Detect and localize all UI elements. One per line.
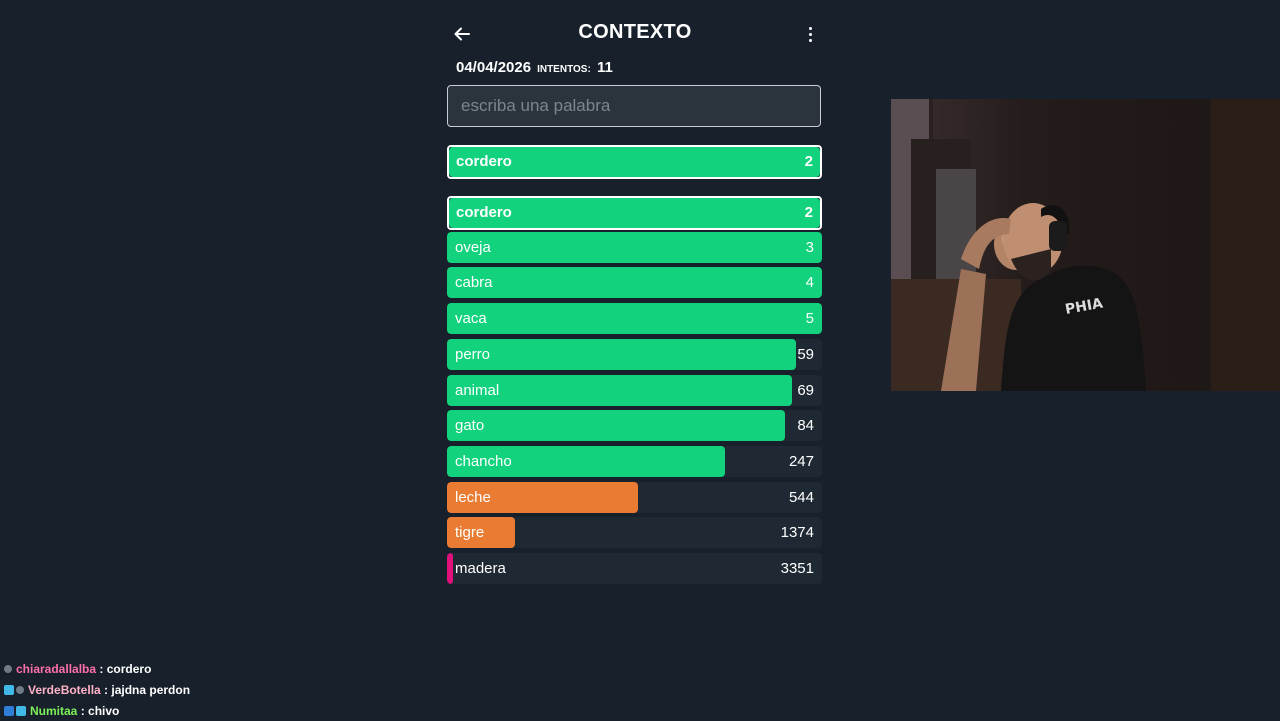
guess-rank: 84 <box>797 417 814 435</box>
chat-text: : cordero <box>99 661 152 676</box>
guess-word: chancho <box>455 452 512 470</box>
guess-word: madera <box>455 560 506 577</box>
guess-word: animal <box>455 381 500 399</box>
word-input[interactable] <box>447 85 821 127</box>
chat-badge-icon <box>16 705 26 716</box>
guess-rank: 3 <box>805 238 814 256</box>
chat-message: Numitaa : chivo <box>4 700 190 721</box>
guess-row: cabra 4 <box>447 267 822 299</box>
stream-chat: chiaradallalba : cordero VerdeBotella : … <box>4 658 190 721</box>
guess-word: gato <box>455 417 485 435</box>
game-date: 04/04/2026 <box>456 59 532 76</box>
header: CONTEXTO 04/04/2026 INTENTOS: 11 <box>446 0 824 76</box>
kebab-dot-icon <box>808 26 812 30</box>
guess-rank: 3351 <box>780 560 814 577</box>
chat-badge-icon <box>4 684 14 695</box>
kebab-dot-icon <box>808 32 812 36</box>
guess-bar <box>447 553 453 584</box>
guess-rank: 2 <box>804 204 813 221</box>
chat-badge-icon <box>4 664 12 673</box>
webcam-image: PHIA <box>891 99 1280 391</box>
page-title: CONTEXTO <box>578 21 692 43</box>
chat-text: : chivo <box>80 703 120 718</box>
last-guess-rank: 2 <box>804 153 813 170</box>
guess-row: tigre 1374 <box>447 517 822 549</box>
guess-rank: 247 <box>788 452 814 470</box>
guess-row: gato 84 <box>447 410 822 442</box>
chat-message: VerdeBotella : jajdna perdon <box>4 679 190 700</box>
guess-word: oveja <box>455 238 491 256</box>
guess-bar <box>447 338 796 370</box>
kebab-dot-icon <box>808 38 812 42</box>
attempts-count: 11 <box>596 59 613 76</box>
guess-rank: 5 <box>805 310 814 328</box>
guess-bar <box>447 267 822 299</box>
chat-message: chiaradallalba : cordero <box>4 658 190 679</box>
guess-word: vaca <box>455 310 487 328</box>
guess-rank: 1374 <box>780 524 814 542</box>
attempts-label: INTENTOS: <box>537 64 591 75</box>
guess-bar <box>447 231 822 263</box>
chat-username: Numitaa <box>30 703 78 718</box>
guess-row: oveja 3 <box>447 231 822 263</box>
guess-rank: 69 <box>797 381 814 399</box>
guess-word: cordero <box>456 204 512 221</box>
guess-row: chancho 247 <box>447 445 822 477</box>
guess-row: vaca 5 <box>447 303 822 335</box>
guess-rank: 59 <box>797 345 814 363</box>
guess-row: perro 59 <box>447 338 822 370</box>
guess-word: leche <box>455 488 491 506</box>
guess-word: tigre <box>455 524 485 542</box>
guess-rank: 4 <box>805 274 814 292</box>
chat-username: VerdeBotella <box>28 682 101 697</box>
guess-row: madera 3351 <box>447 553 822 584</box>
guess-row: cordero 2 <box>447 196 822 230</box>
guess-word: cabra <box>455 274 493 292</box>
webcam-feed: PHIA <box>891 99 1280 391</box>
last-guess-row: cordero 2 <box>447 145 822 179</box>
guess-rank: 544 <box>788 488 814 506</box>
chat-badge-icon <box>4 705 14 716</box>
chat-username: chiaradallalba <box>16 661 97 676</box>
contexto-app: CONTEXTO 04/04/2026 INTENTOS: 11 cordero … <box>446 0 824 584</box>
last-guess-word: cordero <box>456 153 512 170</box>
chat-text: : jajdna perdon <box>104 682 191 697</box>
guess-row: leche 544 <box>447 481 822 513</box>
guess-row: animal 69 <box>447 374 822 406</box>
guess-bar <box>447 410 785 442</box>
guess-bar <box>447 303 822 335</box>
game-info: 04/04/2026 INTENTOS: 11 <box>456 59 613 76</box>
chat-badge-icon <box>16 685 24 694</box>
guess-word: perro <box>455 345 491 363</box>
more-menu-button[interactable] <box>802 20 818 48</box>
